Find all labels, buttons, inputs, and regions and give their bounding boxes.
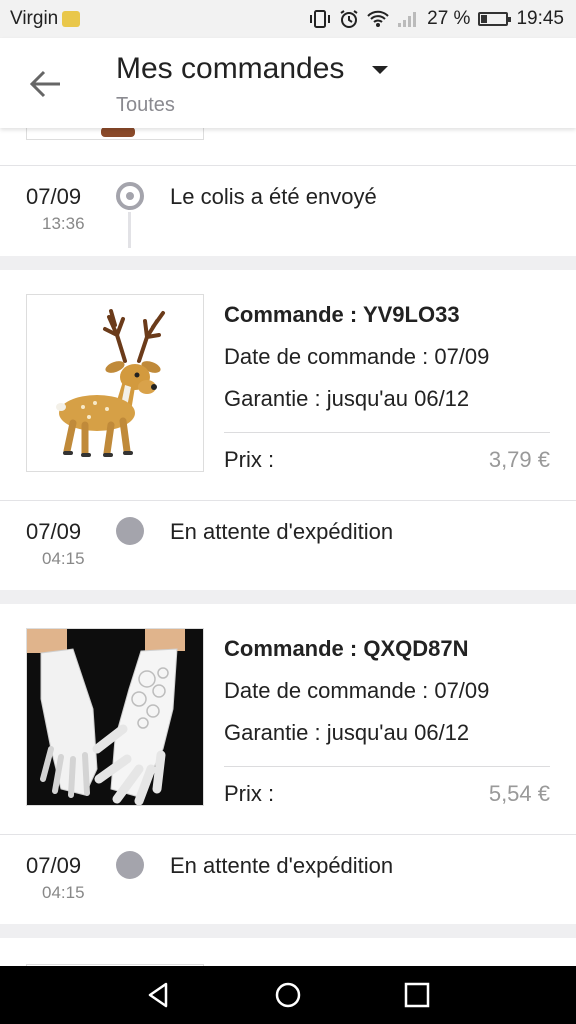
- timeline-line: [128, 212, 131, 248]
- price-label: Prix :: [224, 447, 275, 472]
- order-date: Date de commande : 07/09: [224, 344, 490, 369]
- battery-icon: [478, 12, 512, 26]
- product-image[interactable]: [26, 628, 204, 806]
- status-dot-icon: [116, 851, 144, 879]
- nav-back-icon[interactable]: [144, 980, 174, 1010]
- price-row: Prix : 5,54 €: [224, 767, 550, 823]
- battery-percent: 27 %: [427, 8, 471, 29]
- status-text: Le colis a été envoyé: [170, 184, 377, 209]
- sim-icon: [62, 11, 81, 27]
- shipping-status-row[interactable]: 07/09 04:15 En attente d'expédition: [0, 501, 576, 591]
- order-warranty: Garantie : jusqu'au 06/12: [224, 386, 470, 411]
- product-image[interactable]: [26, 294, 204, 472]
- signal-icon: [398, 12, 417, 27]
- filter-subtitle[interactable]: Toutes: [116, 94, 175, 117]
- status-date: 07/09: [26, 519, 82, 544]
- shipping-status-row[interactable]: 07/09 04:15 En attente d'expédition: [0, 835, 576, 925]
- status-bar: Virgin 27 % 19:45: [0, 0, 576, 38]
- caret-down-icon[interactable]: [372, 66, 388, 74]
- status-date: 07/09: [26, 184, 82, 209]
- carrier-name: Virgin: [10, 8, 59, 29]
- order-number: Commande : QXQD87N: [224, 636, 469, 661]
- order-number: Commande : YV9LO33: [224, 302, 460, 327]
- partial-product-image: [26, 128, 204, 140]
- status-bar-left: Virgin: [10, 8, 81, 30]
- shipping-status-row[interactable]: 07/09 13:36 Le colis a été envoyé: [0, 166, 576, 256]
- status-ring-icon: [116, 182, 144, 210]
- nav-recents-icon[interactable]: [402, 980, 432, 1010]
- wifi-icon: [367, 10, 389, 27]
- partial-order-card[interactable]: [0, 938, 576, 966]
- order-date: Date de commande : 07/09: [224, 678, 490, 703]
- nav-home-icon[interactable]: [273, 980, 303, 1010]
- order-warranty: Garantie : jusqu'au 06/12: [224, 720, 470, 745]
- status-bar-right: 27 % 19:45: [309, 8, 564, 30]
- price-row: Prix : 3,79 €: [224, 433, 550, 489]
- order-info: Commande : QXQD87N Date de commande : 07…: [224, 636, 550, 823]
- white-gloves-image: [27, 629, 203, 805]
- status-text: En attente d'expédition: [170, 519, 394, 544]
- product-image-fragment: [101, 128, 135, 137]
- status-time: 13:36: [42, 214, 85, 233]
- order-card[interactable]: Commande : QXQD87N Date de commande : 07…: [0, 604, 576, 924]
- order-card[interactable]: Commande : YV9LO33 Date de commande : 07…: [0, 270, 576, 590]
- deer-figurine-image: [27, 295, 203, 471]
- status-date: 07/09: [26, 853, 82, 878]
- price-value: 3,79 €: [488, 447, 550, 472]
- battery-fill: [481, 15, 488, 23]
- status-dot-icon: [116, 517, 144, 545]
- arrow-left-icon[interactable]: [26, 66, 66, 102]
- order-info: Commande : YV9LO33 Date de commande : 07…: [224, 302, 550, 489]
- price-value: 5,54 €: [488, 781, 550, 806]
- clock: 19:45: [516, 8, 564, 29]
- partial-order-card[interactable]: 07/09 13:36 Le colis a été envoyé: [0, 128, 576, 256]
- page-title[interactable]: Mes commandes: [116, 52, 344, 86]
- status-time: 04:15: [42, 883, 85, 902]
- status-time: 04:15: [42, 549, 85, 568]
- alarm-icon: [340, 10, 358, 28]
- vibrate-icon: [310, 10, 331, 28]
- app-header: Mes commandes Toutes: [0, 38, 576, 128]
- price-label: Prix :: [224, 781, 275, 806]
- status-text: En attente d'expédition: [170, 853, 394, 878]
- orders-list[interactable]: 07/09 13:36 Le colis a été envoyé Comman…: [0, 128, 576, 966]
- system-navigation-bar: [0, 966, 576, 1024]
